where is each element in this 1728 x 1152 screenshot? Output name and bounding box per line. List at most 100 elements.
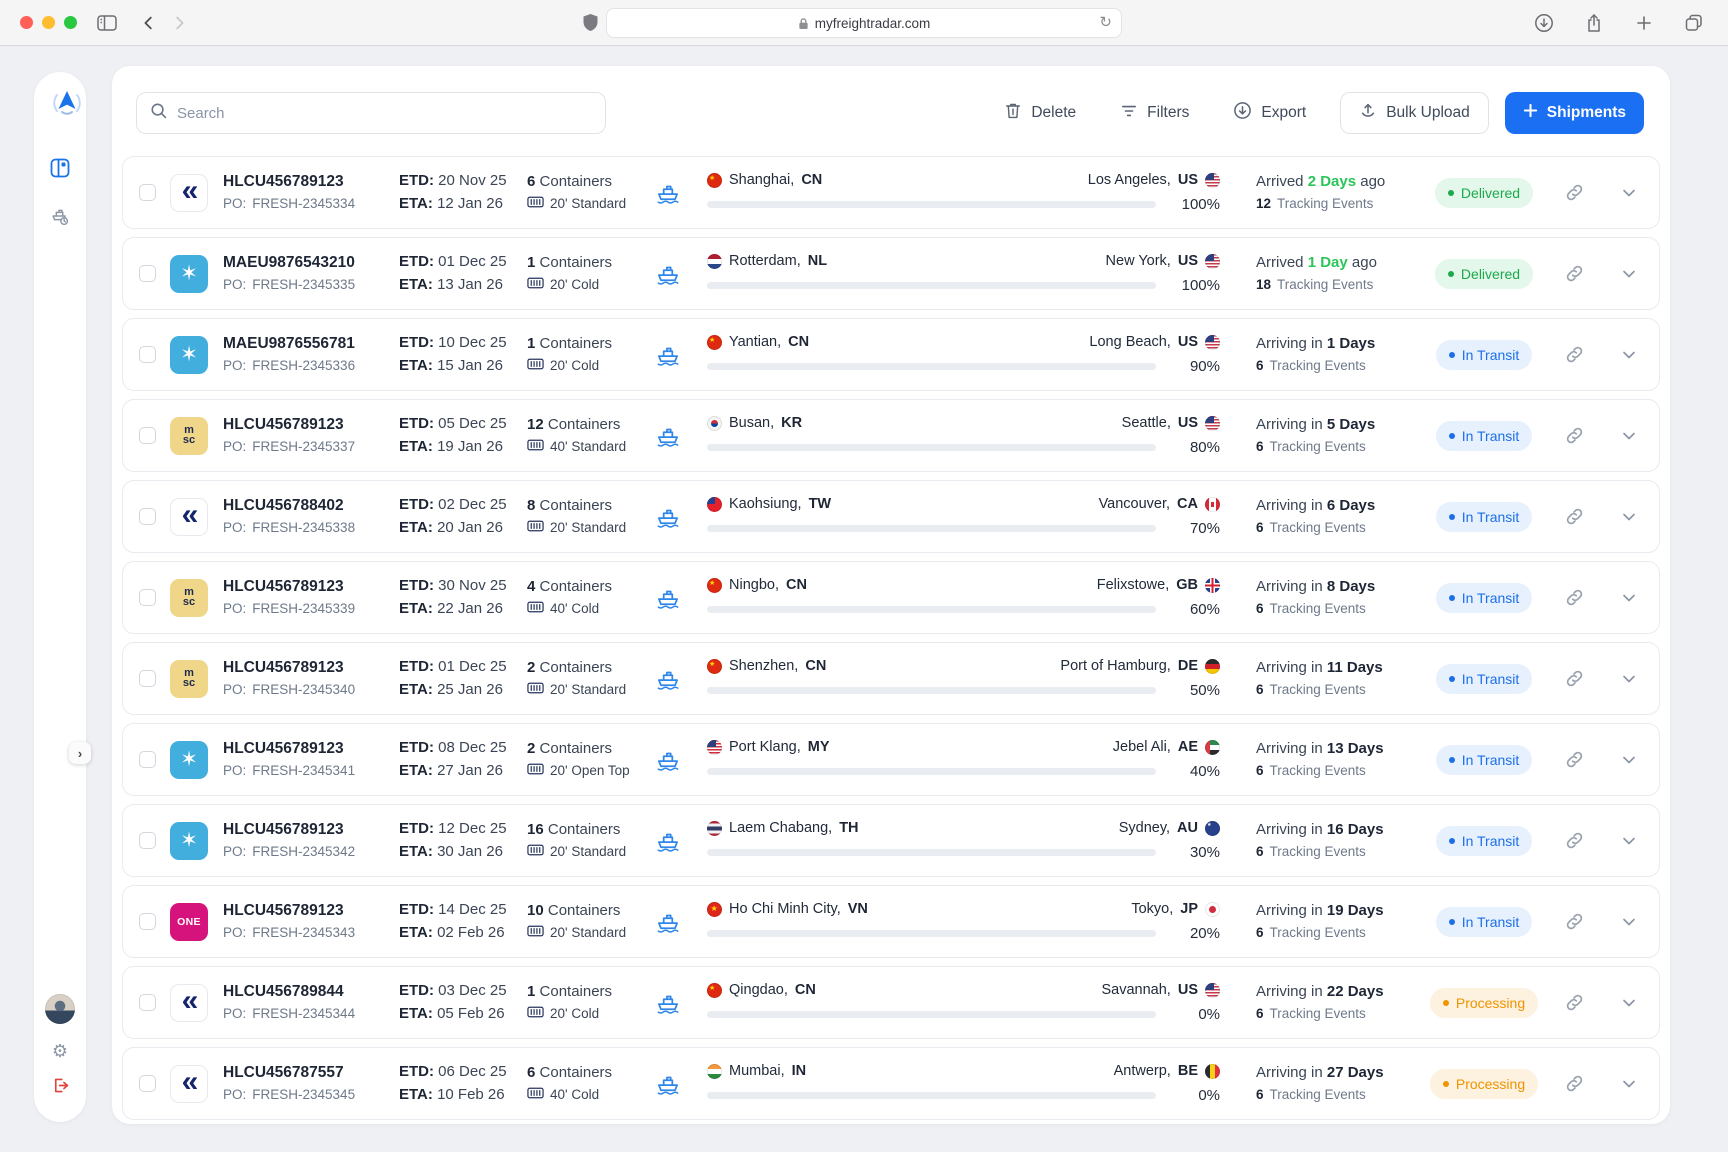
po-label: PO: <box>223 844 246 860</box>
refresh-icon[interactable]: ↻ <box>1099 13 1112 31</box>
sidebar-item-orders[interactable] <box>42 198 78 234</box>
toolbar: Delete Filters Export Bulk Upload Shipme… <box>136 92 1644 134</box>
chevron-down-icon[interactable] <box>1619 345 1639 365</box>
chevron-down-icon[interactable] <box>1619 750 1639 770</box>
logout-icon[interactable] <box>51 1076 70 1100</box>
ship-icon <box>653 422 683 450</box>
avatar[interactable] <box>45 994 75 1024</box>
eta-value: 19 Jan 26 <box>437 438 503 455</box>
destination-city: Seattle, <box>1122 415 1171 431</box>
row-checkbox[interactable] <box>139 1075 156 1092</box>
chevron-down-icon[interactable] <box>1619 831 1639 851</box>
back-icon[interactable] <box>135 9 163 37</box>
containers-label: Containers <box>540 983 613 1000</box>
browser-sidebar-toggle-icon[interactable] <box>93 9 121 37</box>
chevron-down-icon[interactable] <box>1619 588 1639 608</box>
tab-overview-icon[interactable] <box>1680 9 1708 37</box>
row-checkbox[interactable] <box>139 832 156 849</box>
export-download-icon <box>1233 101 1252 125</box>
chevron-down-icon[interactable] <box>1619 993 1639 1013</box>
search-input[interactable] <box>177 105 592 122</box>
destination: New York,US <box>1106 253 1220 269</box>
eta-label: ETA: <box>399 1005 433 1022</box>
downloads-icon[interactable] <box>1530 9 1558 37</box>
share-icon[interactable] <box>1580 9 1608 37</box>
container-type: 40' Cold <box>550 601 599 617</box>
carrier-mark: ✶ <box>180 344 198 365</box>
eta-label: ETA: <box>399 843 433 860</box>
row-checkbox[interactable] <box>139 913 156 930</box>
filters-button[interactable]: Filters <box>1120 103 1189 124</box>
link-icon[interactable] <box>1564 668 1585 689</box>
destination: Los Angeles,US <box>1088 172 1220 188</box>
link-icon[interactable] <box>1564 830 1585 851</box>
sidebar-item-dashboard[interactable] <box>42 150 78 186</box>
delete-button[interactable]: Delete <box>1004 101 1076 125</box>
add-shipments-button[interactable]: Shipments <box>1505 92 1644 134</box>
link-icon[interactable] <box>1564 1073 1585 1094</box>
app-logo-icon[interactable] <box>48 84 86 122</box>
row-checkbox[interactable] <box>139 184 156 201</box>
destination: Felixstowe,GB <box>1097 577 1220 593</box>
chevron-down-icon[interactable] <box>1619 426 1639 446</box>
shipment-list: « HLCU456789123 PO:FRESH-2345334 ETD: 20… <box>112 134 1670 1124</box>
bulk-upload-button[interactable]: Bulk Upload <box>1340 92 1489 134</box>
link-icon[interactable] <box>1564 911 1585 932</box>
chevron-down-icon[interactable] <box>1619 507 1639 527</box>
etd-value: 20 Nov 25 <box>438 172 506 189</box>
link-icon[interactable] <box>1564 749 1585 770</box>
url-field[interactable]: myfreightradar.com ↻ <box>606 8 1122 38</box>
po-label: PO: <box>223 1087 246 1103</box>
carrier-logo: m sc <box>170 660 208 698</box>
arrival-prefix: Arriving in <box>1256 659 1323 676</box>
shipment-id: MAEU9876556781 <box>223 335 399 354</box>
progress-percent: 0% <box>1168 1006 1220 1023</box>
row-checkbox[interactable] <box>139 427 156 444</box>
origin-country: CN <box>801 172 822 188</box>
sidebar-collapse-button[interactable]: › <box>69 742 91 764</box>
link-icon[interactable] <box>1564 344 1585 365</box>
link-icon[interactable] <box>1564 182 1585 203</box>
row-checkbox[interactable] <box>139 589 156 606</box>
po-label: PO: <box>223 196 246 212</box>
minimize-window-button[interactable] <box>42 16 55 29</box>
close-window-button[interactable] <box>20 16 33 29</box>
origin-country: IN <box>792 1063 807 1079</box>
link-icon[interactable] <box>1564 992 1585 1013</box>
link-icon[interactable] <box>1564 263 1585 284</box>
filter-icon <box>1120 103 1138 124</box>
row-checkbox[interactable] <box>139 994 156 1011</box>
settings-gear-icon[interactable]: ⚙ <box>52 1042 68 1060</box>
row-checkbox[interactable] <box>139 670 156 687</box>
destination-flag-icon <box>1205 497 1220 512</box>
privacy-shield-icon[interactable] <box>576 9 604 37</box>
row-checkbox[interactable] <box>139 508 156 525</box>
po-number: FRESH-2345342 <box>252 844 355 860</box>
search-box[interactable] <box>136 92 606 134</box>
new-tab-icon[interactable] <box>1630 9 1658 37</box>
zoom-window-button[interactable] <box>64 16 77 29</box>
export-button[interactable]: Export <box>1233 101 1306 125</box>
ship-icon <box>653 503 683 531</box>
chevron-down-icon[interactable] <box>1619 264 1639 284</box>
chevron-down-icon[interactable] <box>1619 669 1639 689</box>
status-badge: Processing <box>1430 988 1538 1018</box>
origin-country: CN <box>795 982 816 998</box>
arrival-prefix: Arriving in <box>1256 416 1323 433</box>
carrier-mark: ✶ <box>180 830 198 851</box>
forward-icon[interactable] <box>165 9 193 37</box>
po-number: FRESH-2345344 <box>252 1006 355 1022</box>
carrier-logo: m sc <box>170 417 208 455</box>
arrival-suffix: ago <box>1360 173 1385 190</box>
link-icon[interactable] <box>1564 506 1585 527</box>
link-icon[interactable] <box>1564 425 1585 446</box>
chevron-down-icon[interactable] <box>1619 912 1639 932</box>
carrier-mark: « <box>182 986 197 1016</box>
link-icon[interactable] <box>1564 587 1585 608</box>
chevron-down-icon[interactable] <box>1619 1074 1639 1094</box>
row-checkbox[interactable] <box>139 265 156 282</box>
row-checkbox[interactable] <box>139 346 156 363</box>
row-checkbox[interactable] <box>139 751 156 768</box>
chevron-down-icon[interactable] <box>1619 183 1639 203</box>
filters-label: Filters <box>1147 104 1189 122</box>
